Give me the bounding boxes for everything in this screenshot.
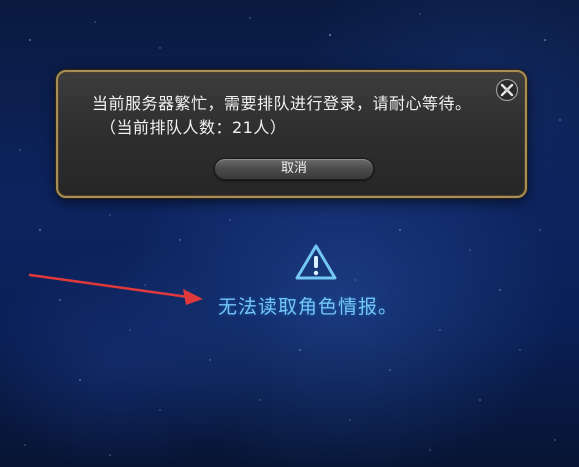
warning-icon: [295, 244, 337, 280]
queue-message-line1: 当前服务器繁忙，需要排队进行登录，请耐心等待。: [92, 94, 472, 113]
queue-message: 当前服务器繁忙，需要排队进行登录，请耐心等待。 （当前排队人数：21人）: [92, 92, 472, 140]
cancel-button[interactable]: 取消: [214, 158, 374, 180]
queue-dialog: 当前服务器繁忙，需要排队进行登录，请耐心等待。 （当前排队人数：21人） 取消: [56, 70, 527, 198]
character-info-error: 无法读取角色情报。: [218, 296, 399, 318]
queue-count-line: （当前排队人数：21人）: [100, 118, 287, 137]
close-button[interactable]: [495, 78, 519, 102]
close-icon: [495, 78, 519, 102]
